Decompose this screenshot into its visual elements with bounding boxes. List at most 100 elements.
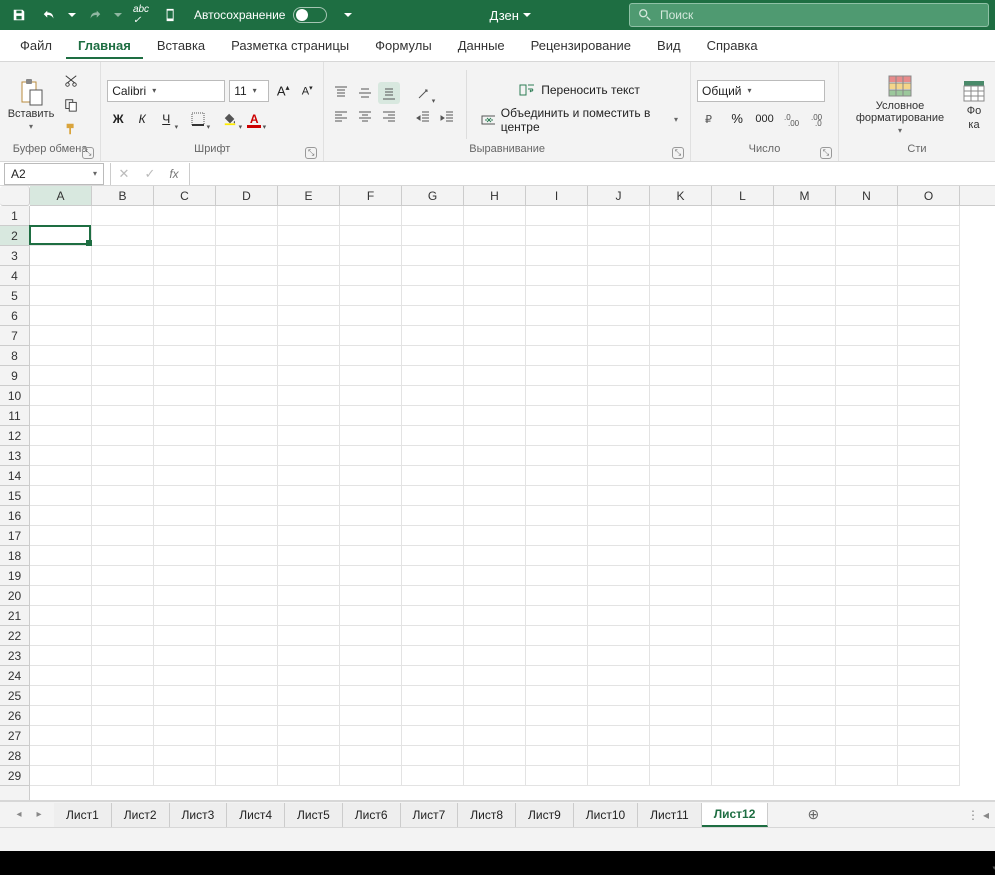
- cell[interactable]: [216, 566, 278, 586]
- cell[interactable]: [836, 206, 898, 226]
- cell[interactable]: [836, 426, 898, 446]
- cell[interactable]: [464, 646, 526, 666]
- cell[interactable]: [340, 646, 402, 666]
- cell[interactable]: [30, 546, 92, 566]
- cell[interactable]: [154, 546, 216, 566]
- row-header[interactable]: 9: [0, 366, 29, 386]
- cell[interactable]: [402, 326, 464, 346]
- row-header[interactable]: 1: [0, 206, 29, 226]
- cell[interactable]: [92, 626, 154, 646]
- cell[interactable]: [402, 486, 464, 506]
- cell[interactable]: [774, 246, 836, 266]
- cell[interactable]: [340, 666, 402, 686]
- italic-button[interactable]: К: [131, 108, 153, 130]
- cell[interactable]: [712, 406, 774, 426]
- cell[interactable]: [30, 506, 92, 526]
- cell[interactable]: [650, 706, 712, 726]
- cell[interactable]: [898, 286, 960, 306]
- cell[interactable]: [650, 486, 712, 506]
- cell[interactable]: [154, 746, 216, 766]
- cell[interactable]: [898, 726, 960, 746]
- select-all-corner[interactable]: [0, 186, 30, 206]
- formula-input[interactable]: [189, 163, 995, 185]
- cell[interactable]: [712, 566, 774, 586]
- cell[interactable]: [712, 426, 774, 446]
- cell[interactable]: [154, 706, 216, 726]
- merge-center-button[interactable]: Объединить и поместить в центре▾: [475, 107, 684, 133]
- cell[interactable]: [650, 286, 712, 306]
- cell[interactable]: [278, 486, 340, 506]
- cell[interactable]: [588, 286, 650, 306]
- tab-data[interactable]: Данные: [446, 32, 517, 59]
- cell[interactable]: [216, 506, 278, 526]
- cell[interactable]: [712, 606, 774, 626]
- row-header[interactable]: 7: [0, 326, 29, 346]
- cell[interactable]: [340, 566, 402, 586]
- cell[interactable]: [898, 566, 960, 586]
- cell[interactable]: [836, 666, 898, 686]
- cell[interactable]: [588, 206, 650, 226]
- paste-button[interactable]: Вставить▾: [6, 66, 56, 143]
- cell[interactable]: [92, 426, 154, 446]
- row-header[interactable]: 17: [0, 526, 29, 546]
- cell[interactable]: [526, 226, 588, 246]
- fill-color-button[interactable]: ▾: [219, 108, 241, 130]
- cell[interactable]: [898, 246, 960, 266]
- sheet-nav-last[interactable]: ▸: [30, 806, 48, 824]
- cell[interactable]: [836, 386, 898, 406]
- cell[interactable]: [278, 566, 340, 586]
- cell[interactable]: [712, 246, 774, 266]
- cell[interactable]: [712, 326, 774, 346]
- column-header[interactable]: K: [650, 186, 712, 205]
- cell[interactable]: [92, 606, 154, 626]
- cell[interactable]: [526, 586, 588, 606]
- cell[interactable]: [216, 726, 278, 746]
- decrease-indent-button[interactable]: [412, 106, 434, 128]
- cell[interactable]: [526, 426, 588, 446]
- cell[interactable]: [278, 606, 340, 626]
- cell[interactable]: [526, 686, 588, 706]
- cell[interactable]: [340, 266, 402, 286]
- cell[interactable]: [898, 746, 960, 766]
- column-header[interactable]: E: [278, 186, 340, 205]
- cell[interactable]: [154, 286, 216, 306]
- cell[interactable]: [92, 486, 154, 506]
- tab-home[interactable]: Главная: [66, 32, 143, 59]
- cell[interactable]: [154, 486, 216, 506]
- cell[interactable]: [650, 606, 712, 626]
- cell[interactable]: [216, 346, 278, 366]
- cell[interactable]: [464, 726, 526, 746]
- cell[interactable]: [154, 526, 216, 546]
- cell[interactable]: [154, 386, 216, 406]
- cell[interactable]: [526, 406, 588, 426]
- cell[interactable]: [216, 586, 278, 606]
- cell[interactable]: [30, 226, 92, 246]
- cell[interactable]: [30, 446, 92, 466]
- cell[interactable]: [278, 246, 340, 266]
- cell[interactable]: [650, 366, 712, 386]
- cell[interactable]: [526, 466, 588, 486]
- sheet-tab[interactable]: Лист3: [170, 803, 228, 827]
- undo-button[interactable]: [36, 2, 62, 28]
- cell[interactable]: [836, 346, 898, 366]
- cell[interactable]: [526, 566, 588, 586]
- cell[interactable]: [154, 306, 216, 326]
- cell[interactable]: [340, 586, 402, 606]
- cell[interactable]: [836, 586, 898, 606]
- cell[interactable]: [650, 766, 712, 786]
- cell[interactable]: [836, 446, 898, 466]
- cell[interactable]: [340, 626, 402, 646]
- redo-dropdown[interactable]: [112, 2, 124, 28]
- cell[interactable]: [154, 686, 216, 706]
- cell[interactable]: [836, 246, 898, 266]
- cell[interactable]: [836, 746, 898, 766]
- cell[interactable]: [526, 366, 588, 386]
- cell[interactable]: [774, 446, 836, 466]
- cell[interactable]: [588, 486, 650, 506]
- cell[interactable]: [588, 426, 650, 446]
- cell[interactable]: [526, 346, 588, 366]
- qat-customize-dropdown[interactable]: [335, 2, 361, 28]
- cell[interactable]: [278, 526, 340, 546]
- number-launcher[interactable]: ⤡: [820, 147, 832, 159]
- column-header[interactable]: A: [30, 186, 92, 205]
